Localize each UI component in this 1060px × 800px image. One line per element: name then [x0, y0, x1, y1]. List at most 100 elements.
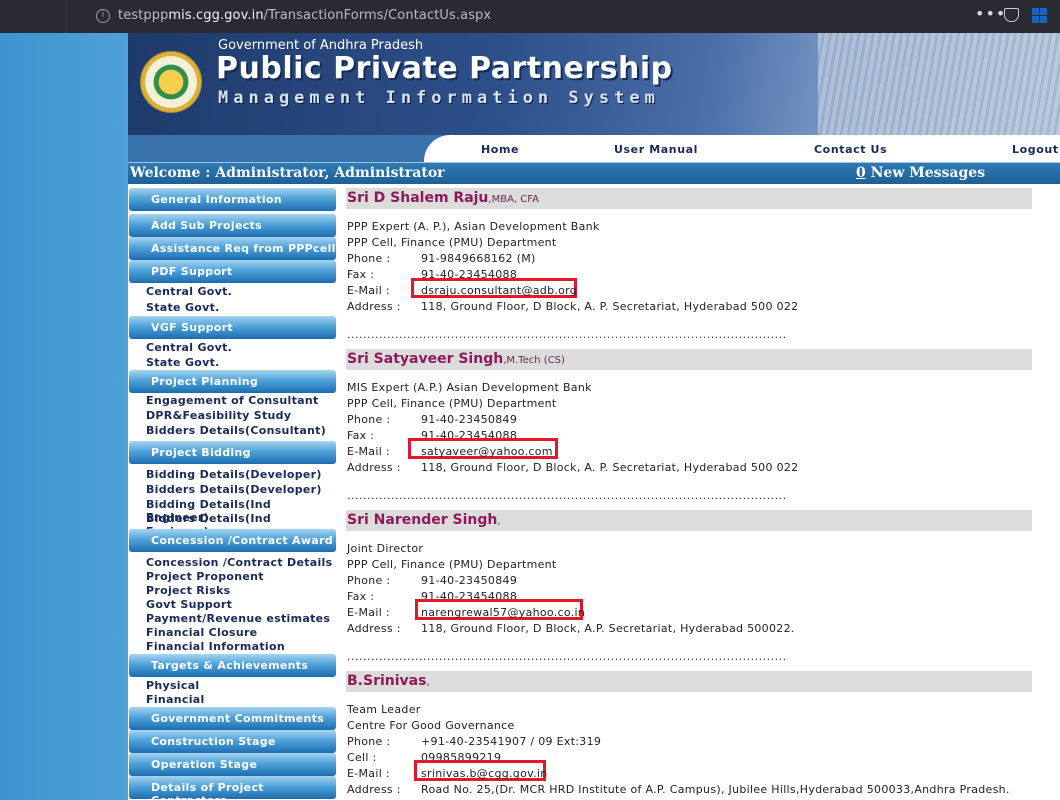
nav-tab-background: [424, 135, 1060, 162]
top-nav: Home User Manual Contact Us Logout: [128, 135, 1060, 162]
site-subtitle: Management Information System: [218, 88, 660, 108]
submenu-pdf-central-govt[interactable]: Central Govt.: [146, 285, 232, 298]
submenu-physical[interactable]: Physical: [146, 679, 200, 692]
contact-list: Sri D Shalem Raju,MBA, CFA PPP Expert (A…: [338, 184, 1060, 800]
welcome-bar: Welcome : Administrator, Administrator 0…: [128, 162, 1060, 184]
email-label: E-Mail :: [347, 445, 390, 458]
phone-value: +91-40-23541907 / 09 Ext:319: [421, 735, 602, 748]
menu-targets-achievements[interactable]: Targets & Achievements: [129, 654, 336, 677]
submenu-vgf-state-govt[interactable]: State Govt.: [146, 356, 220, 369]
menu-vgf-support[interactable]: VGF Support: [129, 316, 336, 339]
contact-name: Sri D Shalem Raju,MBA, CFA: [347, 190, 539, 206]
submenu-bidders-developer[interactable]: Bidders Details(Developer): [146, 483, 322, 496]
site-info-icon[interactable]: i: [96, 9, 110, 23]
menu-project-contractors[interactable]: Details of Project Contractors: [129, 776, 336, 800]
contact-qualifications: ,: [497, 516, 501, 527]
contact-qualifications: ,M.Tech (CS): [503, 355, 565, 366]
url-prefix: testppp: [118, 8, 169, 23]
dotted-separator: ........................................…: [347, 489, 785, 502]
page-actions-icon[interactable]: •••: [975, 4, 1006, 23]
new-messages-link[interactable]: 0 New Messages: [856, 165, 985, 181]
email-value[interactable]: narengrewal57@yahoo.co.in: [421, 606, 585, 619]
phone-label: Phone :: [347, 574, 391, 587]
windows-extension-icon[interactable]: [1032, 8, 1047, 23]
submenu-bidding-developer[interactable]: Bidding Details(Developer): [146, 468, 322, 481]
menu-concession-award[interactable]: Concession /Contract Award: [129, 529, 336, 552]
submenu-pdf-state-govt[interactable]: State Govt.: [146, 301, 220, 314]
menu-project-bidding[interactable]: Project Bidding: [129, 441, 336, 464]
submenu-concession-details[interactable]: Concession /Contract Details: [146, 556, 332, 569]
contact-qualifications: ,: [426, 677, 430, 688]
fax-label: Fax :: [347, 268, 375, 281]
nav-contact-us-link[interactable]: Contact Us: [814, 143, 887, 156]
submenu-payment-revenue[interactable]: Payment/Revenue estimates: [146, 612, 330, 625]
address-value: 118, Ground Floor, D Block, A. P. Secret…: [421, 461, 799, 474]
email-value[interactable]: dsraju.consultant@adb.org: [421, 284, 577, 297]
submenu-financial-closure[interactable]: Financial Closure: [146, 626, 257, 639]
contact-name: Sri Satyaveer Singh,M.Tech (CS): [347, 351, 565, 367]
menu-project-planning[interactable]: Project Planning: [129, 370, 336, 393]
contact-designation: PPP Expert (A. P.), Asian Development Ba…: [347, 220, 600, 233]
menu-add-sub-projects[interactable]: Add Sub Projects: [129, 214, 336, 237]
phone-value: 91-40-23450849: [421, 574, 518, 587]
email-label: E-Mail :: [347, 606, 390, 619]
contact-name: B.Srinivas,: [347, 673, 430, 689]
fax-label: Fax :: [347, 590, 375, 603]
nav-user-manual-link[interactable]: User Manual: [614, 143, 698, 156]
menu-construction-stage[interactable]: Construction Stage: [129, 730, 336, 753]
contact-designation: Joint Director: [347, 542, 424, 555]
address-label: Address :: [347, 783, 401, 796]
submenu-project-risks[interactable]: Project Risks: [146, 584, 230, 597]
address-value: 118, Ground Floor, D Block, A.P. Secreta…: [421, 622, 795, 635]
email-value[interactable]: satyaveer@yahoo.com: [421, 445, 553, 458]
browser-toolbar: i testpppmis.cgg.gov.in/TransactionForms…: [0, 0, 1060, 33]
contact-department: PPP Cell, Finance (PMU) Department: [347, 558, 557, 571]
submenu-engagement-of-consultant[interactable]: Engagement of Consultant: [146, 394, 319, 407]
contact-name-bar: Sri Satyaveer Singh,M.Tech (CS): [346, 349, 1032, 370]
pocket-icon[interactable]: [1004, 8, 1019, 22]
submenu-project-proponent[interactable]: Project Proponent: [146, 570, 264, 583]
phone-value: 91-40-23450849: [421, 413, 518, 426]
contact-name-bar: Sri D Shalem Raju,MBA, CFA: [346, 188, 1032, 209]
submenu-dpr-feasibility[interactable]: DPR&Feasibility Study: [146, 409, 291, 422]
phone-label: Phone :: [347, 735, 391, 748]
menu-operation-stage[interactable]: Operation Stage: [129, 753, 336, 776]
address-label: Address :: [347, 300, 401, 313]
dam-image: [818, 33, 1060, 135]
menu-pdf-support[interactable]: PDF Support: [129, 260, 336, 283]
email-value[interactable]: srinivas.b@cgg.gov.in: [421, 767, 548, 780]
address-label: Address :: [347, 622, 401, 635]
message-label: New Messages: [865, 165, 986, 181]
contact-qualifications: ,MBA, CFA: [488, 194, 539, 205]
address-value: Road No. 25,(Dr. MCR HRD Institute of A.…: [421, 783, 1010, 796]
message-count[interactable]: 0: [856, 165, 866, 181]
page-background-strip: [0, 33, 128, 800]
phone-label: Phone :: [347, 252, 391, 265]
submenu-financial[interactable]: Financial: [146, 693, 205, 706]
nav-logout-link[interactable]: Logout: [1012, 143, 1059, 156]
url-path: /TransactionForms/ContactUs.aspx: [263, 8, 492, 23]
cell-label: Cell :: [347, 751, 377, 764]
contact-name-bar: Sri Narender Singh,: [346, 510, 1032, 531]
menu-government-commitments[interactable]: Government Commitments: [129, 707, 336, 730]
header-banner: Government of Andhra Pradesh Public Priv…: [128, 33, 1060, 135]
submenu-govt-support[interactable]: Govt Support: [146, 598, 232, 611]
phone-label: Phone :: [347, 413, 391, 426]
state-emblem-logo: [140, 51, 202, 113]
contact-designation: MIS Expert (A.P.) Asian Development Bank: [347, 381, 592, 394]
address-bar[interactable]: testpppmis.cgg.gov.in/TransactionForms/C…: [118, 8, 491, 23]
nav-home-link[interactable]: Home: [481, 143, 519, 156]
menu-general-information[interactable]: General Information: [129, 188, 336, 211]
contact-designation: Team Leader: [347, 703, 421, 716]
submenu-vgf-central-govt[interactable]: Central Govt.: [146, 341, 232, 354]
submenu-financial-information[interactable]: Financial Information: [146, 640, 285, 653]
contact-department: PPP Cell, Finance (PMU) Department: [347, 236, 557, 249]
contact-name-bar: B.Srinivas,: [346, 671, 1032, 692]
submenu-bidders-consultant[interactable]: Bidders Details(Consultant): [146, 424, 326, 437]
dotted-separator: ........................................…: [347, 650, 785, 663]
sidebar-menu: General Information Add Sub Projects Ass…: [128, 184, 338, 800]
menu-assistance-req[interactable]: Assistance Req from PPPcell: [129, 237, 336, 260]
email-label: E-Mail :: [347, 284, 390, 297]
contact-department: PPP Cell, Finance (PMU) Department: [347, 397, 557, 410]
address-value: 118, Ground Floor, D Block, A. P. Secret…: [421, 300, 799, 313]
